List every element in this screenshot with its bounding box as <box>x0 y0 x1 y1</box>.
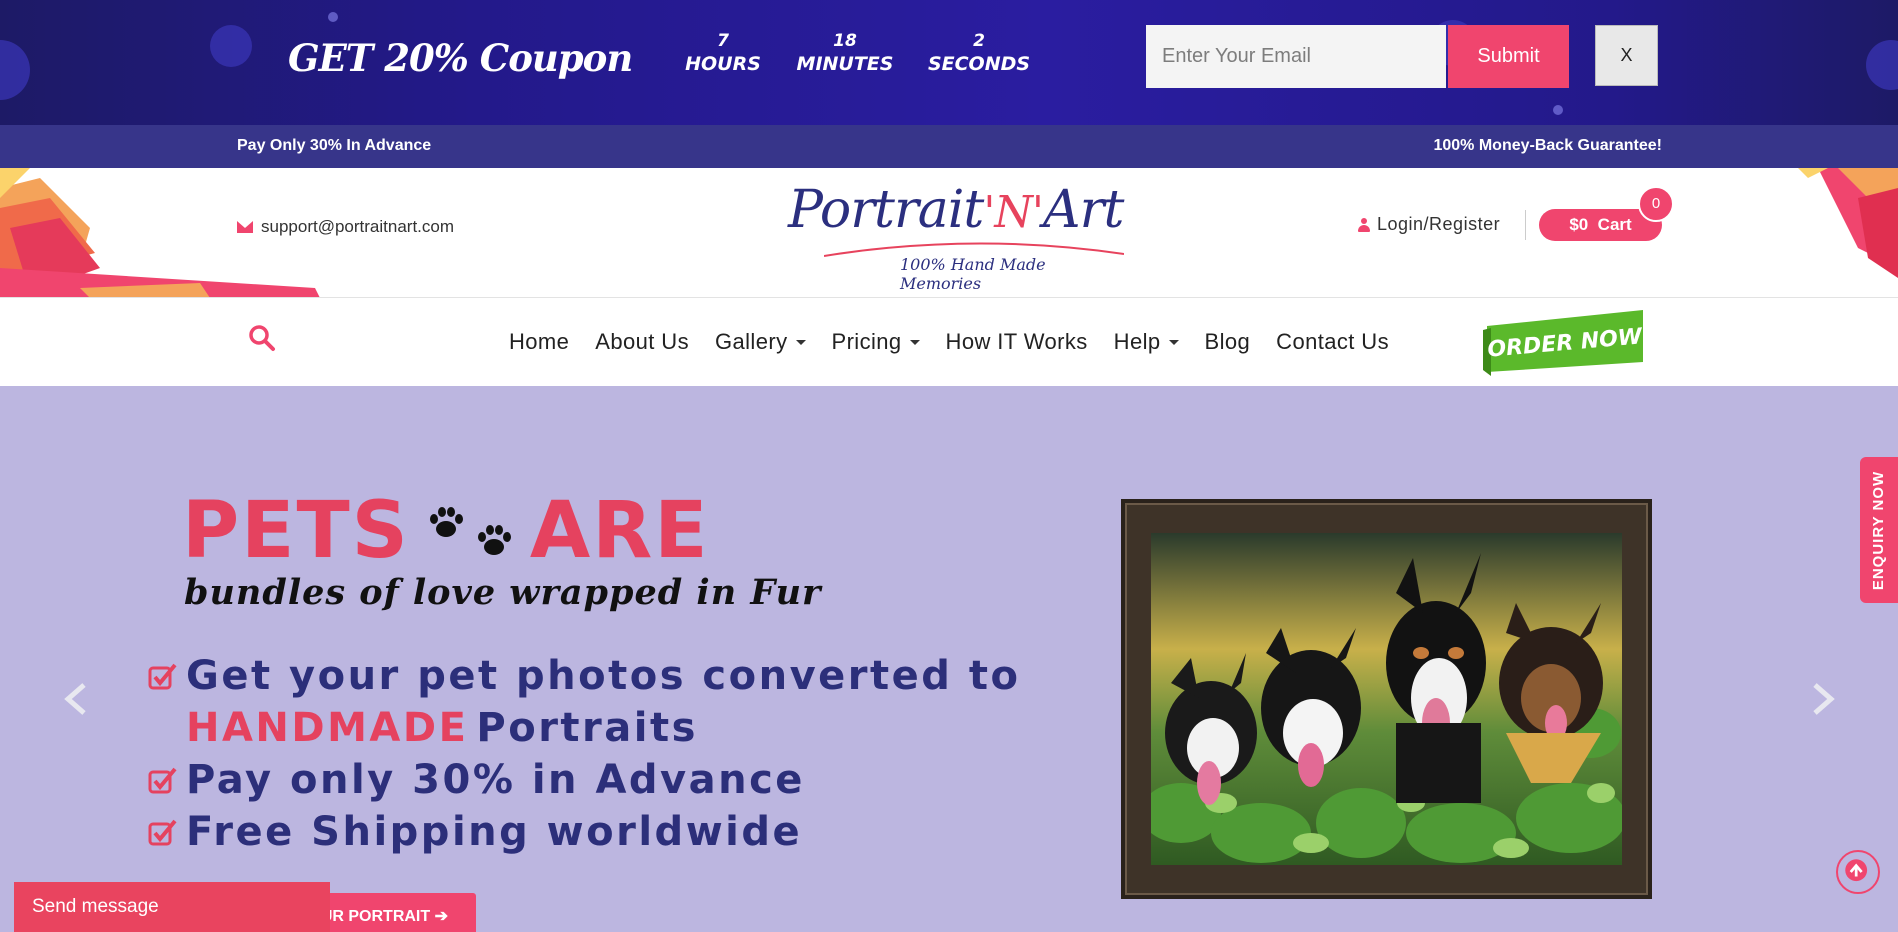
promo-guarantee-text: 100% Money-Back Guarantee! <box>1433 137 1662 154</box>
nav-item-label: Gallery <box>715 329 788 354</box>
countdown-minutes-label: MINUTES <box>796 53 894 75</box>
countdown-hours-value: 7 <box>717 31 729 51</box>
hero-bullet-text: Get your pet photos converted to <box>186 653 1021 699</box>
nav-item-label: Blog <box>1204 329 1251 354</box>
nav-item-blog[interactable]: Blog <box>1205 329 1251 355</box>
decor-circle <box>0 40 30 100</box>
envelope-icon <box>237 221 253 233</box>
hero-bullets: Get your pet photos converted to HANDMAD… <box>148 650 1020 858</box>
caret-down-icon <box>795 339 806 345</box>
order-portrait-label: UR PORTRAIT ➔ <box>320 907 448 925</box>
logo-tagline: 100% Hand Made Memories <box>900 255 1046 293</box>
hero-headline: PETS ARE <box>182 486 710 576</box>
checkbox-icon <box>148 819 177 846</box>
promo-strip: Pay Only 30% In Advance 100% Money-Back … <box>0 125 1898 168</box>
hero-bullet-text: Free Shipping worldwide <box>186 809 803 855</box>
nav-item-pricing[interactable]: Pricing <box>832 329 920 355</box>
hero-headline-right: ARE <box>529 486 710 576</box>
paw-icons <box>426 502 514 560</box>
logo-word-n: 'N' <box>983 187 1044 238</box>
enquiry-now-label: ENQUIRY NOW <box>1870 470 1888 590</box>
decor-shapes-right <box>1798 168 1898 278</box>
enquiry-now-tab[interactable]: ENQUIRY NOW <box>1860 457 1898 603</box>
nav-item-label: How IT Works <box>945 329 1088 354</box>
nav-item-label: Home <box>509 329 570 354</box>
checkbox-icon <box>148 767 177 794</box>
nav-item-gallery[interactable]: Gallery <box>715 329 806 355</box>
caret-down-icon <box>1168 339 1179 345</box>
decor-circle <box>210 25 252 67</box>
site-logo[interactable]: Portrait'N'Art 100% Hand Made Memories <box>784 180 1124 293</box>
pet-portrait-image <box>1151 533 1622 865</box>
coupon-bar: GET 20% Coupon 7 HOURS 18 MINUTES 2 SECO… <box>0 0 1898 125</box>
countdown-seconds-value: 2 <box>973 31 985 51</box>
countdown-hours-label: HOURS <box>685 53 761 75</box>
nav-item-about-us[interactable]: About Us <box>595 329 689 355</box>
hero-bullet-continued: HANDMADE Portraits <box>148 702 1020 754</box>
order-now-button[interactable]: ORDER NOW <box>1483 306 1647 376</box>
user-icon <box>1358 217 1370 232</box>
send-message-label: Send message <box>32 896 159 917</box>
hero-bullet-text: Pay only 30% in Advance <box>186 757 805 803</box>
send-message-widget[interactable]: Send message <box>14 882 330 932</box>
coupon-email-input[interactable] <box>1146 25 1446 88</box>
search-icon[interactable] <box>248 324 276 352</box>
checkbox-icon <box>148 663 177 690</box>
nav-item-label: Pricing <box>831 329 902 354</box>
hero-bullet-highlight: HANDMADE <box>186 705 469 751</box>
logo-word-portrait: Portrait <box>788 180 984 240</box>
countdown-minutes: 18 MINUTES <box>790 30 900 76</box>
nav-item-home[interactable]: Home <box>509 329 569 355</box>
hero-bullet-text: Portraits <box>476 705 698 751</box>
promo-advance-text: Pay Only 30% In Advance <box>237 137 432 154</box>
decor-circle <box>328 12 338 22</box>
logo-word-art: Art <box>1043 180 1124 240</box>
nav-item-how-it-works[interactable]: How IT Works <box>946 329 1088 355</box>
caret-down-icon <box>909 339 920 345</box>
paw-icon <box>477 525 511 555</box>
coupon-submit-button[interactable]: Submit <box>1448 25 1569 88</box>
countdown-seconds-label: SECONDS <box>927 53 1031 75</box>
countdown-minutes-value: 18 <box>833 31 857 51</box>
nav-item-help[interactable]: Help <box>1114 329 1179 355</box>
support-email-text: support@portraitnart.com <box>261 217 455 236</box>
site-header: support@portraitnart.com Portrait'N'Art … <box>0 168 1898 298</box>
nav-item-label: Help <box>1113 329 1161 354</box>
logo-wordmark: Portrait'N'Art <box>788 180 1124 240</box>
cart-count-badge: 0 <box>1638 186 1674 222</box>
countdown-hours: 7 HOURS <box>668 30 778 76</box>
nav-item-label: About Us <box>595 329 689 354</box>
hero-bullet: Get your pet photos converted to <box>148 650 1020 702</box>
slider-prev-arrow-icon[interactable] <box>58 679 98 719</box>
cart-label: $0 Cart <box>1569 215 1632 234</box>
coupon-title: GET 20% Coupon <box>288 36 633 80</box>
support-email[interactable]: support@portraitnart.com <box>237 217 454 237</box>
decor-circle <box>1553 105 1563 115</box>
header-divider <box>1525 210 1526 240</box>
hero-subheadline: bundles of love wrapped in Fur <box>184 572 822 613</box>
nav-menu: Home About Us Gallery Pricing How IT Wor… <box>509 298 1389 386</box>
pet-portrait-frame <box>1121 499 1652 899</box>
nav-item-label: Contact Us <box>1276 329 1389 354</box>
hero-bullet: Free Shipping worldwide <box>148 806 1020 858</box>
slider-next-arrow-icon[interactable] <box>1801 679 1841 719</box>
hero-slider: PETS ARE bundles of love wrapped in Fur <box>0 386 1898 932</box>
login-register-label: Login/Register <box>1377 214 1501 234</box>
login-register-link[interactable]: Login/Register <box>1358 214 1500 235</box>
countdown-seconds: 2 SECONDS <box>924 30 1034 76</box>
hero-bullet: Pay only 30% in Advance <box>148 754 1020 806</box>
hero-headline-left: PETS <box>182 486 410 576</box>
coupon-close-button[interactable]: X <box>1595 25 1658 86</box>
scroll-to-top-icon[interactable] <box>1836 850 1880 894</box>
paw-icon <box>429 507 463 537</box>
decor-circle <box>1866 40 1898 90</box>
nav-item-contact-us[interactable]: Contact Us <box>1276 329 1389 355</box>
